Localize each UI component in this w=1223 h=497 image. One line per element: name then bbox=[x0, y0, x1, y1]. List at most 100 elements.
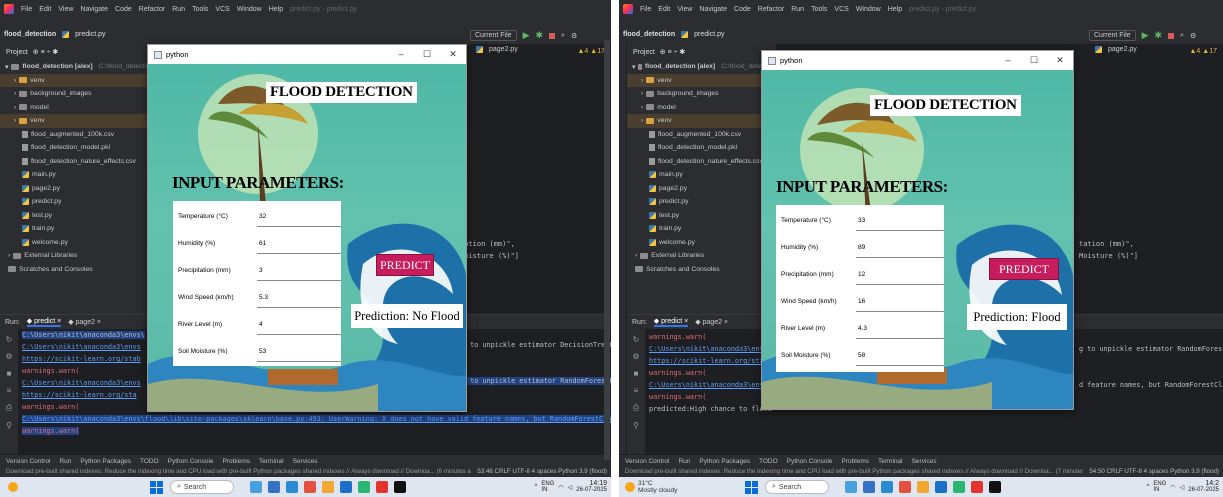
menu-code[interactable]: Code bbox=[734, 6, 751, 13]
language-indicator[interactable]: ENG IN bbox=[1153, 481, 1166, 493]
tray-chevron-icon[interactable]: ^ bbox=[1147, 484, 1150, 490]
tree-item[interactable]: page2.py bbox=[0, 182, 169, 196]
tool-python-console[interactable]: Python Console bbox=[168, 458, 214, 465]
tree-item[interactable]: train.py bbox=[0, 222, 169, 236]
menu-code[interactable]: Code bbox=[115, 6, 132, 13]
wind-speed-input[interactable]: 16 bbox=[856, 296, 944, 312]
volume-icon[interactable]: ◁ bbox=[1180, 484, 1185, 491]
settings-icon[interactable]: ⚙ bbox=[1190, 32, 1196, 40]
menu-edit[interactable]: Edit bbox=[39, 6, 51, 13]
debug-icon[interactable]: ✱ bbox=[1155, 30, 1163, 41]
menu-vcs[interactable]: VCS bbox=[834, 6, 848, 13]
status-right[interactable]: 53:46 CRLF UTF-8 4 spaces Python 3.9 (fl… bbox=[471, 468, 607, 475]
wifi-icon[interactable]: ◠ bbox=[1170, 484, 1175, 491]
run-config-select[interactable]: Current File bbox=[470, 30, 517, 41]
clock[interactable]: 14:19 26-07-2025 bbox=[576, 480, 607, 494]
wifi-icon[interactable]: ◠ bbox=[558, 484, 563, 491]
precipitation-input[interactable]: 12 bbox=[856, 269, 944, 285]
river-level-input[interactable]: 4 bbox=[257, 319, 341, 335]
tree-item[interactable]: flood_detection_nature_effects.csv bbox=[627, 155, 776, 169]
tree-item[interactable]: flood_detection_model.pkl bbox=[0, 141, 169, 155]
rerun-icon[interactable]: ↻ bbox=[6, 335, 13, 344]
menu-view[interactable]: View bbox=[58, 6, 73, 13]
project-view-select[interactable]: Project bbox=[633, 49, 655, 56]
taskbar-app-icon[interactable] bbox=[358, 481, 370, 493]
pin-icon[interactable]: ⚲ bbox=[633, 421, 639, 430]
console-line[interactable]: https://scikit-learn.org/sta bbox=[22, 391, 137, 399]
taskbar-app-icon[interactable] bbox=[863, 481, 875, 493]
humidity-input[interactable]: 61 bbox=[257, 238, 341, 254]
breadcrumb-project[interactable]: flood_detection bbox=[4, 31, 56, 38]
tab-predict[interactable]: ◆ predict × bbox=[26, 317, 62, 327]
menu-tools[interactable]: Tools bbox=[811, 6, 827, 13]
tray-chevron-icon[interactable]: ^ bbox=[535, 484, 538, 490]
rerun-icon[interactable]: ↻ bbox=[633, 335, 640, 344]
temperature-input[interactable]: 32 bbox=[257, 211, 341, 227]
tool-services[interactable]: Services bbox=[293, 458, 318, 465]
tree-item[interactable]: test.py bbox=[0, 209, 169, 223]
volume-icon[interactable]: ◁ bbox=[568, 484, 573, 491]
predict-button[interactable]: PREDICT bbox=[376, 254, 434, 276]
console-line[interactable]: https://scikit-learn.org/stab bbox=[22, 355, 141, 363]
console-line[interactable]: C:\Users\nikit\anaconda3\envs bbox=[22, 343, 141, 351]
pin-icon[interactable]: ⚲ bbox=[6, 421, 12, 430]
status-message[interactable]: Download pre-built shared indexes: Reduc… bbox=[625, 468, 1097, 475]
project-panel-options-icon[interactable]: ⊕ ≡ ÷ ✱ bbox=[660, 48, 686, 56]
close-icon[interactable]: ✕ bbox=[440, 45, 466, 64]
tree-item[interactable]: › External Libraries bbox=[0, 249, 169, 263]
menu-window[interactable]: Window bbox=[856, 6, 881, 13]
tree-item[interactable]: train.py bbox=[627, 222, 776, 236]
menu-help[interactable]: Help bbox=[888, 6, 902, 13]
windows-start-icon[interactable] bbox=[745, 480, 758, 494]
tool-terminal[interactable]: Terminal bbox=[878, 458, 903, 465]
tree-item[interactable]: welcome.py bbox=[627, 236, 776, 250]
taskbar-app-icon[interactable] bbox=[989, 481, 1001, 493]
tab-predict[interactable]: ◆ predict × bbox=[653, 317, 689, 327]
layout-icon[interactable]: ≡ bbox=[7, 386, 12, 395]
tree-item[interactable]: main.py bbox=[0, 168, 169, 182]
inspection-warnings-badge[interactable]: ▲4 ▲17 bbox=[577, 48, 605, 55]
status-right[interactable]: 54:50 CRLF UTF-8 4 spaces Python 3.9 (fl… bbox=[1083, 468, 1219, 475]
menu-view[interactable]: View bbox=[677, 6, 692, 13]
taskbar-app-icon[interactable] bbox=[340, 481, 352, 493]
menu-help[interactable]: Help bbox=[269, 6, 283, 13]
tree-item[interactable]: flood_detection_nature_effects.csv bbox=[0, 155, 169, 169]
menu-edit[interactable]: Edit bbox=[658, 6, 670, 13]
layout-icon[interactable]: ≡ bbox=[634, 386, 639, 395]
taskbar-app-icon[interactable] bbox=[935, 481, 947, 493]
taskbar-app-icon[interactable] bbox=[899, 481, 911, 493]
weather-icon[interactable] bbox=[8, 482, 18, 492]
minimize-icon[interactable]: – bbox=[388, 45, 414, 64]
tree-item[interactable]: test.py bbox=[627, 209, 776, 223]
taskbar-search[interactable]: ⌕ Search bbox=[170, 480, 234, 494]
temperature-input[interactable]: 33 bbox=[856, 215, 944, 231]
editor-tab[interactable]: page2.py bbox=[1095, 46, 1137, 53]
taskbar-search[interactable]: ⌕ Search bbox=[765, 480, 829, 494]
tool-run[interactable]: Run bbox=[678, 458, 690, 465]
wrench-icon[interactable]: ⚙ bbox=[632, 352, 639, 361]
tree-root[interactable]: ▾ flood_detection [alex] C:\flood_detectio… bbox=[0, 60, 169, 74]
tool-python-console[interactable]: Python Console bbox=[787, 458, 833, 465]
tree-item[interactable]: Scratches and Consoles bbox=[627, 263, 776, 277]
tool-version-control[interactable]: Version Control bbox=[6, 458, 50, 465]
tree-item[interactable]: flood_augmented_100k.csv bbox=[627, 128, 776, 142]
tool-todo[interactable]: TODO bbox=[759, 458, 778, 465]
tree-item[interactable]: Scratches and Consoles bbox=[0, 263, 169, 277]
project-view-select[interactable]: Project bbox=[6, 49, 28, 56]
tree-item[interactable]: › venv bbox=[0, 73, 169, 87]
run-config-select[interactable]: Current File bbox=[1089, 30, 1136, 41]
taskbar-app-icon[interactable] bbox=[917, 481, 929, 493]
taskbar-app-icon[interactable] bbox=[376, 481, 388, 493]
taskbar-app-icon[interactable] bbox=[304, 481, 316, 493]
wrench-icon[interactable]: ⚙ bbox=[5, 352, 12, 361]
tree-item[interactable]: predict.py bbox=[627, 195, 776, 209]
tree-root[interactable]: ▾ flood_detection [alex] C:\flood_detectio… bbox=[627, 60, 776, 74]
search-icon[interactable]: ⌕ bbox=[1180, 32, 1184, 40]
status-message[interactable]: Download pre-built shared indexes: Reduc… bbox=[6, 468, 478, 475]
tool-python-packages[interactable]: Python Packages bbox=[80, 458, 131, 465]
taskbar-app-icon[interactable] bbox=[286, 481, 298, 493]
tool-run[interactable]: Run bbox=[59, 458, 71, 465]
taskbar-app-icon[interactable] bbox=[881, 481, 893, 493]
print-icon[interactable]: ⎙ bbox=[633, 403, 639, 413]
taskbar-app-icon[interactable] bbox=[971, 481, 983, 493]
